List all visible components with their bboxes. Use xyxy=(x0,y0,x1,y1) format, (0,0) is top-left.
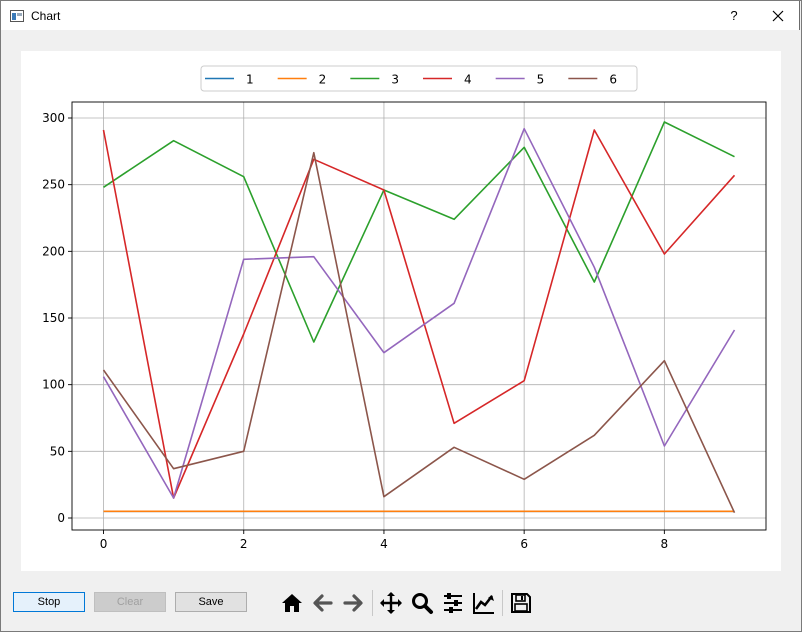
window-title: Chart xyxy=(31,9,61,23)
save-button[interactable]: Save xyxy=(175,592,247,612)
help-button[interactable]: ? xyxy=(723,5,745,27)
line-chart: 0 2 4 6 8 0 50 100 150 200 250 300 1 2 3 4 5 6 xyxy=(42,65,767,551)
y-tick-label: 100 xyxy=(42,378,65,392)
plot-area xyxy=(72,102,766,530)
legend-label-2: 2 xyxy=(319,73,327,87)
forward-icon[interactable] xyxy=(341,591,365,615)
x-tick-label: 8 xyxy=(661,537,669,551)
toolbar-separator xyxy=(372,590,373,616)
app-icon xyxy=(10,10,24,22)
y-tick-label: 200 xyxy=(42,244,65,258)
y-tick-label: 250 xyxy=(42,178,65,192)
legend-label-1: 1 xyxy=(246,73,254,87)
close-icon[interactable] xyxy=(767,5,789,27)
x-tick-label: 2 xyxy=(240,537,248,551)
x-tick-label: 0 xyxy=(100,537,108,551)
configure-subplots-icon[interactable] xyxy=(441,591,465,615)
x-tick-label: 4 xyxy=(380,537,388,551)
y-tick-label: 0 xyxy=(57,511,65,525)
pan-icon[interactable] xyxy=(379,591,403,615)
legend-label-4: 4 xyxy=(464,73,472,87)
edit-axis-icon[interactable] xyxy=(472,591,496,615)
y-tick-label: 300 xyxy=(42,111,65,125)
zoom-icon[interactable] xyxy=(410,591,434,615)
figure-canvas: 0 2 4 6 8 0 50 100 150 200 250 300 1 2 3 4 5 6 xyxy=(21,51,781,571)
title-bar: Chart ? xyxy=(0,0,800,30)
legend-label-5: 5 xyxy=(537,73,545,87)
y-tick-label: 50 xyxy=(50,444,65,458)
x-tick-label: 6 xyxy=(520,537,528,551)
stop-button[interactable]: Stop xyxy=(13,592,85,612)
toolbar-separator xyxy=(502,590,503,616)
back-icon[interactable] xyxy=(311,591,335,615)
save-figure-icon[interactable] xyxy=(509,591,533,615)
legend-label-3: 3 xyxy=(391,73,399,87)
legend-label-6: 6 xyxy=(609,73,617,87)
home-icon[interactable] xyxy=(280,591,304,615)
clear-button[interactable]: Clear xyxy=(94,592,166,612)
y-tick-label: 150 xyxy=(42,311,65,325)
